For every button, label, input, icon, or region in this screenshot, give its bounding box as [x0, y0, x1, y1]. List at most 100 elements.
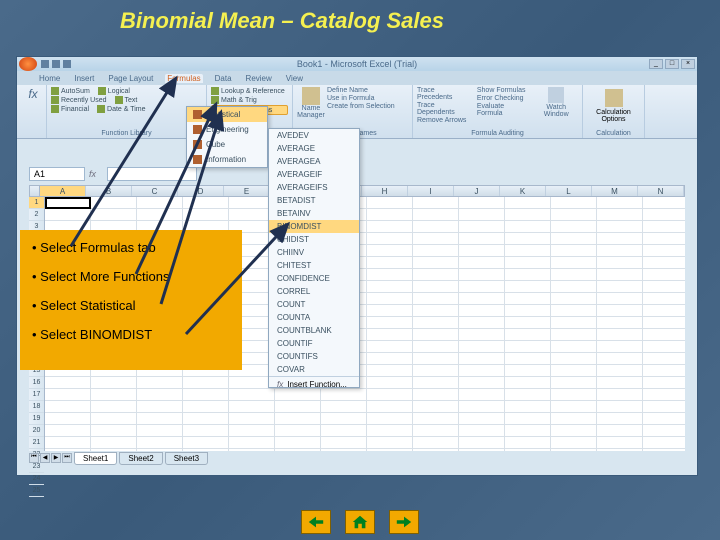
stat-fn-averageif[interactable]: AVERAGEIF [269, 168, 359, 181]
sheet-nav-first[interactable]: ⏮ [29, 453, 39, 463]
col-header[interactable]: H [362, 186, 408, 196]
menu-item-cube[interactable]: Cube [187, 137, 267, 152]
recently-used-button[interactable]: Recently Used [51, 96, 107, 104]
undo-icon[interactable] [52, 60, 60, 68]
name-manager-button[interactable]: Name Manager [297, 87, 325, 119]
logical-button[interactable]: Logical [98, 87, 130, 95]
col-header[interactable]: C [132, 186, 178, 196]
row-header[interactable]: 16 [29, 377, 44, 389]
stat-fn-chitest[interactable]: CHITEST [269, 259, 359, 272]
col-header[interactable]: I [408, 186, 454, 196]
fx-icon[interactable]: fx [89, 169, 103, 179]
stat-fn-avedev[interactable]: AVEDEV [269, 129, 359, 142]
tab-view[interactable]: View [284, 74, 305, 83]
watch-window-button[interactable]: Watch Window [534, 104, 578, 118]
home-slide-button[interactable] [345, 510, 375, 534]
lookup-button[interactable]: Lookup & Reference [211, 87, 288, 95]
col-header[interactable]: E [224, 186, 270, 196]
row-header[interactable]: 19 [29, 413, 44, 425]
maximize-button[interactable]: □ [665, 59, 679, 69]
stat-fn-betainv[interactable]: BETAINV [269, 207, 359, 220]
row-header[interactable]: 20 [29, 425, 44, 437]
stat-fn-average[interactable]: AVERAGE [269, 142, 359, 155]
menu-item-information[interactable]: Information [187, 152, 267, 167]
row-header[interactable]: 2 [29, 209, 44, 221]
home-icon [351, 514, 369, 530]
tab-page-layout[interactable]: Page Layout [106, 74, 155, 83]
sheet-tab-2[interactable]: Sheet2 [119, 452, 162, 465]
office-button[interactable] [19, 57, 37, 71]
tab-review[interactable]: Review [244, 74, 274, 83]
col-header[interactable]: K [500, 186, 546, 196]
col-header[interactable]: L [546, 186, 592, 196]
trace-precedents-button[interactable]: Trace Precedents [417, 87, 471, 101]
insert-function-button[interactable]: fx [21, 87, 45, 101]
trace-dependents-button[interactable]: Trace Dependents [417, 102, 471, 116]
evaluate-formula-button[interactable]: Evaluate Formula [477, 103, 529, 117]
slide-title: Binomial Mean – Catalog Sales [120, 8, 444, 34]
col-header[interactable]: N [638, 186, 684, 196]
define-name-button[interactable]: Define Name [327, 87, 395, 94]
stat-fn-chidist[interactable]: CHIDIST [269, 233, 359, 246]
stat-fn-confidence[interactable]: CONFIDENCE [269, 272, 359, 285]
tab-home[interactable]: Home [37, 74, 62, 83]
col-header[interactable]: B [86, 186, 132, 196]
remove-arrows-button[interactable]: Remove Arrows [417, 117, 471, 124]
stat-fn-averageifs[interactable]: AVERAGEIFS [269, 181, 359, 194]
tab-formulas[interactable]: Formulas [165, 74, 202, 83]
minimize-button[interactable]: _ [649, 59, 663, 69]
financial-button[interactable]: Financial [51, 105, 89, 113]
autosum-button[interactable]: AutoSum [51, 87, 90, 95]
stat-fn-betadist[interactable]: BETADIST [269, 194, 359, 207]
close-button[interactable]: × [681, 59, 695, 69]
insert-function-link[interactable]: fxInsert Function... [269, 376, 359, 392]
stat-fn-binomdist[interactable]: BINOMDIST [269, 220, 359, 233]
stat-fn-countifs[interactable]: COUNTIFS [269, 350, 359, 363]
row-header[interactable]: 24 [29, 473, 44, 485]
next-slide-button[interactable] [389, 510, 419, 534]
sheet-nav-prev[interactable]: ◀ [40, 453, 50, 463]
col-header[interactable]: J [454, 186, 500, 196]
stat-fn-chiinv[interactable]: CHIINV [269, 246, 359, 259]
row-header[interactable]: 1 [29, 197, 44, 209]
row-header[interactable]: 17 [29, 389, 44, 401]
col-header-a[interactable]: A [40, 186, 86, 196]
row-header[interactable]: 18 [29, 401, 44, 413]
stat-fn-countif[interactable]: COUNTIF [269, 337, 359, 350]
sheet-tab-3[interactable]: Sheet3 [165, 452, 208, 465]
text-button[interactable]: Text [115, 96, 138, 104]
col-header[interactable]: M [592, 186, 638, 196]
stat-fn-countblank[interactable]: COUNTBLANK [269, 324, 359, 337]
sheet-tab-1[interactable]: Sheet1 [74, 452, 117, 465]
menu-item-engineering[interactable]: Engineering [187, 122, 267, 137]
error-checking-button[interactable]: Error Checking [477, 95, 529, 102]
stat-fn-counta[interactable]: COUNTA [269, 311, 359, 324]
sheet-nav-last[interactable]: ⏭ [62, 453, 72, 463]
show-formulas-button[interactable]: Show Formulas [477, 87, 529, 94]
use-in-formula-button[interactable]: Use in Formula [327, 95, 395, 102]
save-icon[interactable] [41, 60, 49, 68]
redo-icon[interactable] [63, 60, 71, 68]
name-box[interactable]: A1 [29, 167, 85, 181]
titlebar: Book1 - Microsoft Excel (Trial) _ □ × [17, 57, 697, 71]
selected-cell[interactable] [45, 197, 91, 209]
group-function-library: AutoSum Logical Recently Used Text Finan… [47, 85, 207, 138]
stat-fn-count[interactable]: COUNT [269, 298, 359, 311]
stat-fn-averagea[interactable]: AVERAGEA [269, 155, 359, 168]
row-header[interactable]: 21 [29, 437, 44, 449]
col-header[interactable]: D [178, 186, 224, 196]
date-time-button[interactable]: Date & Time [97, 105, 146, 113]
calculation-label: Calculation [583, 130, 644, 137]
formula-bar[interactable] [107, 167, 197, 181]
calculation-options-button[interactable]: Calculation Options [587, 109, 640, 123]
sheet-nav-next[interactable]: ▶ [51, 453, 61, 463]
menu-item-statistical[interactable]: Statistical [187, 107, 267, 122]
prev-slide-button[interactable] [301, 510, 331, 534]
math-trig-button[interactable]: Math & Trig [211, 96, 288, 104]
row-header[interactable]: 25 [29, 485, 44, 497]
tab-data[interactable]: Data [213, 74, 234, 83]
stat-fn-covar[interactable]: COVAR [269, 363, 359, 376]
stat-fn-correl[interactable]: CORREL [269, 285, 359, 298]
create-from-selection-button[interactable]: Create from Selection [327, 103, 395, 110]
tab-insert[interactable]: Insert [72, 74, 96, 83]
